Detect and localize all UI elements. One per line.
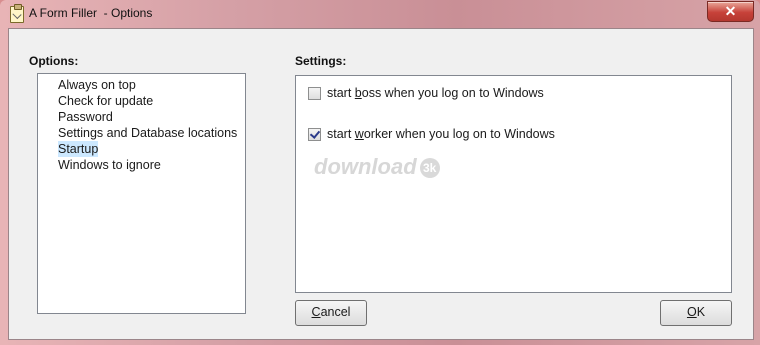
start-worker-checkbox[interactable] (308, 127, 321, 141)
start-worker-option[interactable]: start worker when you log on to Windows (308, 126, 555, 142)
ok-button[interactable]: OK (660, 300, 732, 326)
clipboard-icon (10, 4, 24, 23)
list-item-settings-and-database-locations[interactable]: Settings and Database locations (58, 125, 237, 141)
list-item-check-for-update[interactable]: Check for update (58, 93, 153, 109)
options-list[interactable]: Always on top Check for update Password … (37, 73, 246, 314)
dialog-body: Options: Always on top Check for update … (8, 28, 754, 340)
list-item-startup[interactable]: Startup (58, 141, 99, 157)
start-boss-checkbox[interactable] (308, 86, 321, 100)
start-worker-label: start worker when you log on to Windows (327, 127, 555, 141)
list-item-always-on-top[interactable]: Always on top (58, 77, 136, 93)
download3k-watermark: download 3k (314, 154, 440, 180)
list-item-password[interactable]: Password (58, 109, 113, 125)
start-boss-label: start boss when you log on to Windows (327, 86, 544, 100)
title-bar[interactable]: A Form Filler - Options ✕ (0, 0, 760, 28)
start-boss-option[interactable]: start boss when you log on to Windows (308, 85, 544, 101)
list-item-windows-to-ignore[interactable]: Windows to ignore (58, 157, 161, 173)
close-icon: ✕ (724, 3, 737, 19)
options-window: A Form Filler - Options ✕ Options: Alway… (0, 0, 760, 345)
window-title: A Form Filler - Options (29, 6, 153, 20)
options-label: Options: (29, 54, 79, 68)
settings-panel: start boss when you log on to Windows st… (295, 75, 732, 293)
settings-label: Settings: (295, 54, 347, 68)
download3k-badge-icon: 3k (419, 158, 440, 179)
close-button[interactable]: ✕ (707, 1, 754, 22)
cancel-button[interactable]: Cancel (295, 300, 367, 326)
